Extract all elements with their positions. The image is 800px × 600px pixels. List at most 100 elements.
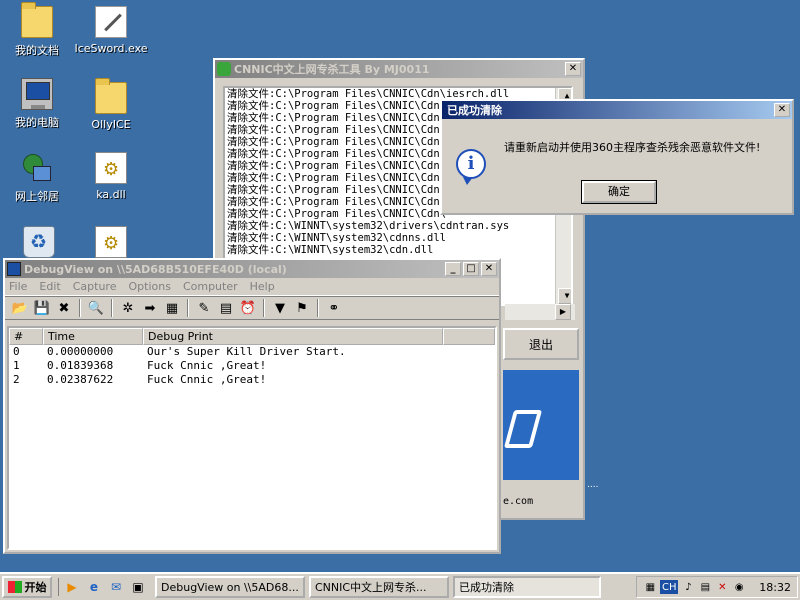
computer-icon (21, 78, 53, 110)
menu-item-computer[interactable]: Computer (183, 280, 238, 293)
column-header-time[interactable]: Time (43, 328, 143, 345)
clock-icon[interactable]: ⏰ (237, 298, 259, 318)
capture-win32-icon[interactable]: ▦ (161, 298, 183, 318)
capture-icon[interactable]: ✲ (117, 298, 139, 318)
desktop-icon-recycle-bin[interactable] (2, 226, 76, 262)
ok-button[interactable]: 确定 (581, 180, 657, 204)
close-button[interactable]: ✕ (481, 262, 497, 276)
desktop-icon-label: 我的文档 (15, 44, 59, 57)
folder-icon (95, 78, 127, 114)
cell-time: 0.02387622 (47, 373, 114, 386)
desktop-icon-label: ka.dll (96, 188, 126, 201)
menu-item-file[interactable]: File (9, 280, 27, 293)
clock: 18:32 (759, 580, 791, 594)
debug-output-list[interactable]: # Time Debug Print 0 0.00000000 Our's Supe… (7, 326, 497, 550)
scroll-down-arrow-icon[interactable]: ▼ (558, 288, 571, 304)
horizontal-scrollbar[interactable]: ▶ (505, 304, 575, 320)
taskbar-item-message-box[interactable]: 已成功清除 (453, 576, 601, 598)
open-folder-icon[interactable]: 📂 (9, 298, 31, 318)
information-icon: i (456, 149, 486, 185)
cell-time: 0.00000000 (47, 345, 114, 358)
desktop-icon-label: 我的电脑 (15, 116, 59, 129)
toolbar: 📂 💾 ✖ 🔍 ✲ ➡ ▦ ✎ ▤ ⏰ ▼ ⚑ ⚭ (5, 296, 499, 320)
toolbar-separator (263, 299, 265, 317)
autoscroll-icon[interactable]: ➡ (139, 298, 161, 318)
column-header-debug-print[interactable]: Debug Print (143, 328, 443, 345)
sword-icon (95, 6, 127, 38)
tray-disconnected-icon[interactable]: ✕ (715, 580, 729, 594)
exit-button[interactable]: 退出 (503, 328, 579, 360)
toolbar-separator (317, 299, 319, 317)
table-row[interactable]: 0 0.00000000 Our's Super Kill Driver Start… (9, 345, 495, 359)
menu-item-capture[interactable]: Capture (73, 280, 117, 293)
tray-globe-icon[interactable]: ◉ (732, 580, 746, 594)
debugview-titlebar[interactable]: DebugView on \\5AD68B510EFE40D (local) _… (5, 260, 499, 278)
filter-icon[interactable]: ✎ (193, 298, 215, 318)
column-header-empty (443, 328, 495, 345)
system-tray: ▦ CH ♪ ▤ ✕ ◉ 18:32 (636, 576, 798, 598)
ime-indicator[interactable]: CH (660, 580, 679, 594)
desktop-icon-ollyice[interactable]: OllyICE (74, 78, 148, 131)
message-box-titlebar[interactable]: 已成功清除 ✕ (442, 101, 792, 119)
network-settings-icon[interactable]: ⚑ (291, 298, 313, 318)
desktop-icon-label: OllyICE (91, 118, 131, 131)
table-row[interactable]: 2 0.02387622 Fuck Cnnic ,Great! (9, 373, 495, 387)
tray-app-icon[interactable]: ▤ (698, 580, 712, 594)
debugview-window: DebugView on \\5AD68B510EFE40D (local) _… (3, 258, 501, 554)
desktop-icon-network[interactable]: 网上邻居 (0, 152, 74, 204)
taskbar-item-debugview[interactable]: DebugView on \\5AD68... (155, 576, 305, 598)
outlook-icon[interactable]: ✉ (107, 578, 125, 596)
connect-icon[interactable]: ▼ (269, 298, 291, 318)
message-box-title: 已成功清除 (447, 104, 502, 117)
recycle-bin-icon (23, 226, 55, 258)
show-desktop-icon[interactable]: ▣ (129, 578, 147, 596)
maximize-button[interactable]: □ (463, 262, 479, 276)
menubar: File Edit Capture Options Computer Help (5, 278, 499, 296)
binoculars-icon[interactable]: ⚭ (323, 298, 345, 318)
start-button[interactable]: 开始 (2, 576, 52, 598)
toolbar-separator (187, 299, 189, 317)
taskbar-item-label: 已成功清除 (459, 581, 514, 594)
documents-folder-icon (21, 2, 53, 38)
volume-icon[interactable]: ♪ (681, 580, 695, 594)
internet-explorer-icon[interactable]: e (85, 578, 103, 596)
toolbar-separator (111, 299, 113, 317)
save-icon[interactable]: 💾 (31, 298, 53, 318)
desktop-icon-icesword[interactable]: IceSword.exe (74, 6, 148, 55)
debugview-window-title: DebugView on \\5AD68B510EFE40D (local) (24, 262, 287, 276)
cell-time: 0.01839368 (47, 359, 114, 372)
desktop-icon-ka-dll[interactable]: ka.dll (74, 152, 148, 201)
desktop-icon-dll-file[interactable] (74, 226, 148, 262)
media-player-icon[interactable]: ▶ (63, 578, 81, 596)
cnnic-window-title: CNNIC中文上网专杀工具 By MJ0011 (234, 63, 430, 76)
tray-network-icon[interactable]: ▦ (643, 580, 657, 594)
contact-email-text: e.com (503, 496, 534, 507)
close-button[interactable]: ✕ (774, 103, 790, 117)
quick-launch: ▶ e ✉ ▣ (58, 578, 151, 596)
column-header-num[interactable]: # (9, 328, 43, 345)
cell-num: 0 (13, 345, 20, 358)
menu-item-options[interactable]: Options (128, 280, 170, 293)
minimize-button[interactable]: _ (445, 262, 461, 276)
scroll-right-arrow-icon[interactable]: ▶ (555, 304, 571, 320)
table-row[interactable]: 1 0.01839368 Fuck Cnnic ,Great! (9, 359, 495, 373)
message-text: 请重新启动并使用360主程序查杀残余恶意软件文件! (504, 141, 761, 154)
desktop-icon-my-documents[interactable]: 我的文档 (0, 2, 74, 58)
menu-item-edit[interactable]: Edit (39, 280, 60, 293)
taskbar-item-label: DebugView on \\5AD68... (161, 580, 299, 594)
windows-logo-icon (7, 581, 22, 593)
cell-num: 1 (13, 359, 20, 372)
taskbar-item-cnnic[interactable]: CNNIC中文上网专杀... (309, 576, 449, 598)
log-line: 清除文件:C:\WINNT\system32\cdn.dll (227, 244, 434, 256)
cnnic-app-icon (217, 62, 231, 76)
find-icon[interactable]: 🔍 (85, 298, 107, 318)
close-button[interactable]: ✕ (565, 62, 581, 76)
banner-image (503, 370, 579, 480)
highlight-icon[interactable]: ▤ (215, 298, 237, 318)
toolbar-separator (79, 299, 81, 317)
cnnic-titlebar[interactable]: CNNIC中文上网专杀工具 By MJ0011 ✕ (215, 60, 583, 78)
clear-display-icon[interactable]: ✖ (53, 298, 75, 318)
menu-item-help[interactable]: Help (250, 280, 275, 293)
desktop-icon-my-computer[interactable]: 我的电脑 (0, 78, 74, 130)
dll-file-icon (95, 226, 127, 258)
